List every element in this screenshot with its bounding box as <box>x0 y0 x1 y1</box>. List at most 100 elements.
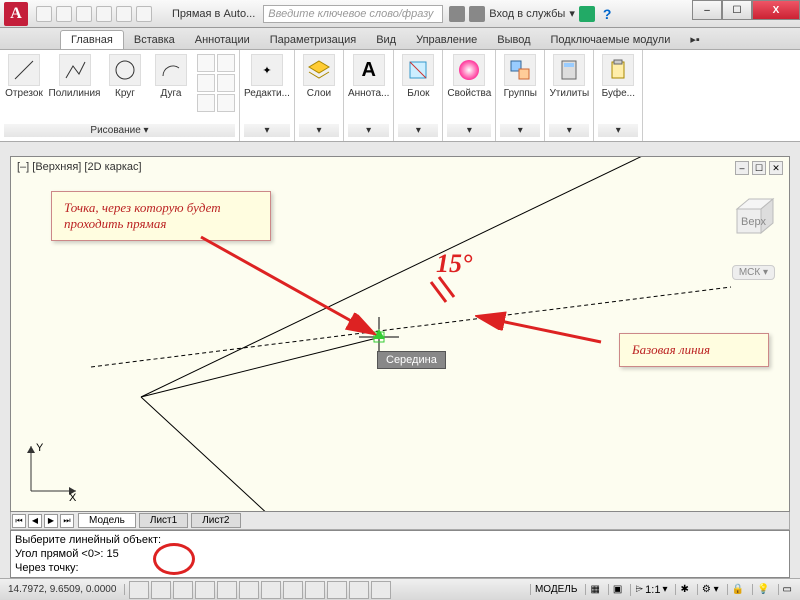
panel-layers: Слои▾ <box>295 50 344 141</box>
cmd-line-1: Выберите линейный объект: <box>15 533 785 547</box>
people-icon <box>449 6 465 22</box>
tab-annotations[interactable]: Аннотации <box>185 31 260 49</box>
coordinates[interactable]: 14.7972, 9.6509, 0.0000 <box>0 584 125 595</box>
app-icon[interactable]: A <box>4 2 28 26</box>
tab-plugins[interactable]: Подключаемые модули <box>541 31 681 49</box>
title-bar: A Прямая в Auto... Введите ключевое слов… <box>0 0 800 28</box>
panel-groups: Группы▾ <box>496 50 545 141</box>
panel-block: Блок▾ <box>394 50 443 141</box>
osnap-tooltip: Середина <box>377 351 446 369</box>
panel-draw-title[interactable]: Рисование ▾ <box>4 124 235 137</box>
close-button[interactable]: X <box>752 0 800 20</box>
viewcube[interactable]: Верх <box>723 191 779 247</box>
clean-icon[interactable]: ▭ <box>778 584 796 595</box>
tab-prev-icon[interactable]: ◀ <box>28 514 42 528</box>
groups-button[interactable]: Группы <box>500 54 540 99</box>
annoscale[interactable]: ⌲ 1:1 ▾ <box>630 584 671 596</box>
annovis-icon[interactable]: ✱ <box>675 584 692 595</box>
panel-draw: Отрезок Полилиния Круг Дуга Рисование ▾ <box>0 50 240 141</box>
highlight-circle <box>153 543 195 575</box>
exchange-icon[interactable] <box>579 6 595 22</box>
command-line[interactable]: Выберите линейный объект: Угол прямой <0… <box>10 530 790 578</box>
tab-parametric[interactable]: Параметризация <box>260 31 366 49</box>
drawing-canvas[interactable]: [–] [Верхняя] [2D каркас] – ☐ ✕ 15° Точк… <box>10 156 790 512</box>
line-button[interactable]: Отрезок <box>4 54 44 99</box>
arrow-to-baseline <box>471 307 611 357</box>
window-controls: – ☐ X <box>692 0 800 20</box>
model-space-label[interactable]: МОДЕЛЬ <box>530 584 581 595</box>
annotation-button[interactable]: AАннота... <box>348 54 389 99</box>
properties-button[interactable]: Свойства <box>447 54 491 99</box>
qat-dropdown-icon[interactable] <box>136 6 152 22</box>
quick-access-toolbar <box>36 6 152 22</box>
panel-props: Свойства▾ <box>443 50 496 141</box>
tab-output[interactable]: Вывод <box>487 31 540 49</box>
angle-annotation: 15° <box>436 249 472 279</box>
circle-button[interactable]: Круг <box>105 54 145 99</box>
tab-home[interactable]: Главная <box>60 30 124 49</box>
qv-icon[interactable]: ▣ <box>608 584 626 595</box>
tab-manage[interactable]: Управление <box>406 31 487 49</box>
layout2-tab[interactable]: Лист2 <box>191 513 240 528</box>
tab-view[interactable]: Вид <box>366 31 406 49</box>
qat-redo-icon[interactable] <box>116 6 132 22</box>
tab-overflow-icon[interactable]: ▸▪ <box>680 30 709 49</box>
layout-tabs: ⏮ ◀ ▶ ⏭ Модель Лист1 Лист2 <box>10 512 790 530</box>
status-right: МОДЕЛЬ ▦ ▣ ⌲ 1:1 ▾ ✱ ⚙ ▾ 🔒 💡 ▭ <box>530 584 796 596</box>
qat-open-icon[interactable] <box>56 6 72 22</box>
minimize-button[interactable]: – <box>692 0 722 20</box>
arc-button[interactable]: Дуга <box>151 54 191 99</box>
qp-toggle[interactable] <box>349 581 369 599</box>
panel-buffer: Буфе...▾ <box>594 50 643 141</box>
layers-button[interactable]: Слои <box>299 54 339 99</box>
snap-toggle[interactable] <box>129 581 149 599</box>
ribbon: Отрезок Полилиния Круг Дуга Рисование ▾ … <box>0 50 800 142</box>
ortho-toggle[interactable] <box>173 581 193 599</box>
svg-text:Y: Y <box>36 442 44 454</box>
tab-next-icon[interactable]: ▶ <box>44 514 58 528</box>
hardware-icon[interactable]: 💡 <box>752 584 773 595</box>
tpy-toggle[interactable] <box>327 581 347 599</box>
cmd-line-2: Угол прямой <0>: 15 <box>15 547 785 561</box>
lock-icon[interactable]: 🔒 <box>727 584 748 595</box>
edit-button[interactable]: ✦Редакти... <box>244 54 290 99</box>
status-bar: 14.7972, 9.6509, 0.0000 МОДЕЛЬ ▦ ▣ ⌲ 1:1… <box>0 578 800 600</box>
tab-first-icon[interactable]: ⏮ <box>12 514 26 528</box>
callout-baseline: Базовая линия <box>619 333 769 367</box>
tab-last-icon[interactable]: ⏭ <box>60 514 74 528</box>
polyline-button[interactable]: Полилиния <box>50 54 99 99</box>
ribbon-tabs: Главная Вставка Аннотации Параметризация… <box>0 28 800 50</box>
ws-icon[interactable]: ⚙ ▾ <box>697 584 723 595</box>
model-tab[interactable]: Модель <box>78 513 136 528</box>
panel-utils: Утилиты▾ <box>545 50 594 141</box>
tab-insert[interactable]: Вставка <box>124 31 185 49</box>
coord-system-label[interactable]: МСК ▾ <box>732 265 775 280</box>
otrack-toggle[interactable] <box>239 581 259 599</box>
grid-toggle[interactable] <box>151 581 171 599</box>
panel-edit: ✦Редакти...▾ <box>240 50 295 141</box>
person-icon <box>469 6 485 22</box>
maximize-button[interactable]: ☐ <box>722 0 752 20</box>
grid-icon[interactable]: ▦ <box>585 584 603 595</box>
login-area[interactable]: Вход в службы ▾ ? <box>449 6 615 22</box>
qat-new-icon[interactable] <box>36 6 52 22</box>
panel-anno: AАннота...▾ <box>344 50 394 141</box>
clipboard-button[interactable]: Буфе... <box>598 54 638 99</box>
search-input[interactable]: Введите ключевое слово/фразу <box>263 5 443 23</box>
sc-toggle[interactable] <box>371 581 391 599</box>
layout1-tab[interactable]: Лист1 <box>139 513 188 528</box>
ducs-toggle[interactable] <box>261 581 281 599</box>
help-icon[interactable]: ? <box>603 6 612 22</box>
status-toggles <box>129 581 391 599</box>
qat-undo-icon[interactable] <box>96 6 112 22</box>
utilities-button[interactable]: Утилиты <box>549 54 589 99</box>
cmd-line-3: Через точку: <box>15 561 785 575</box>
draw-small-buttons[interactable] <box>197 54 235 112</box>
dyn-toggle[interactable] <box>283 581 303 599</box>
polar-toggle[interactable] <box>195 581 215 599</box>
qat-save-icon[interactable] <box>76 6 92 22</box>
lwt-toggle[interactable] <box>305 581 325 599</box>
block-button[interactable]: Блок <box>398 54 438 99</box>
osnap-toggle[interactable] <box>217 581 237 599</box>
svg-text:Верх: Верх <box>741 216 766 228</box>
